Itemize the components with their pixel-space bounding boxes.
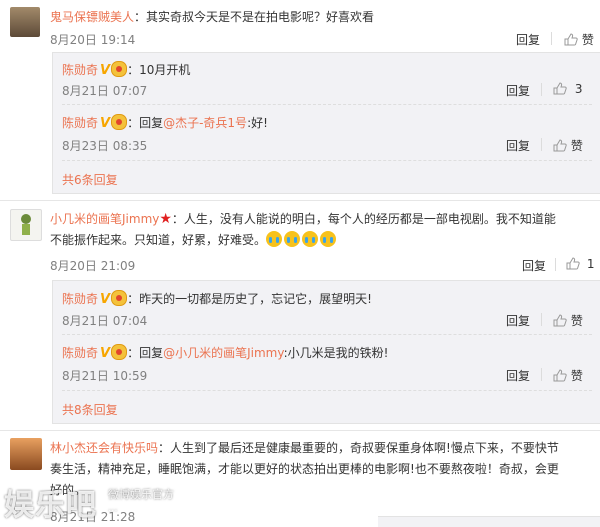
reply-time: 8月21日 07:04 bbox=[62, 314, 148, 328]
reply-author[interactable]: 陈勋奇 bbox=[62, 346, 98, 360]
reply-button[interactable]: 回复 bbox=[506, 367, 530, 384]
reply-body: 陈勋奇 V ：10月开机 bbox=[62, 61, 190, 78]
divider bbox=[62, 160, 592, 161]
reply-body: 陈勋奇 V ：回复@小几米的画笔Jimmy:小几米是我的铁粉! bbox=[62, 344, 388, 361]
reply-text-suffix: :小几米是我的铁粉! bbox=[283, 346, 389, 360]
reply-body: 陈勋奇 V ：回复@杰子-奇兵1号:好! bbox=[62, 114, 268, 131]
divider bbox=[62, 334, 592, 335]
divider bbox=[541, 368, 542, 381]
verified-v-icon: V bbox=[100, 63, 111, 78]
avatar[interactable] bbox=[10, 438, 42, 470]
reply-button[interactable]: 回复 bbox=[522, 257, 546, 274]
comment-text-line2: 奏生活，精神充足，睡眠饱满，才能以更好的状态拍出更棒的电影啊!也不要熬夜啦！奇叔… bbox=[50, 462, 559, 476]
comment-text-line2: 不能振作起来。只知道，好累，好难受。 bbox=[50, 233, 267, 247]
like-label: 赞 bbox=[570, 314, 583, 328]
medal-icon bbox=[111, 61, 128, 77]
watermark-logo-icon bbox=[196, 490, 216, 510]
comment-text: ：其实奇叔今天是不是在拍电影呢？好喜欢看 bbox=[134, 10, 375, 24]
star-icon: ★ bbox=[159, 211, 172, 227]
divider bbox=[541, 313, 542, 326]
reply-text-suffix: :好! bbox=[247, 116, 268, 130]
comment-body: 小几米的画笔Jimmy★：人生，没有人能说的明白，每个人的经历都是一部电视剧。我… bbox=[50, 209, 595, 251]
comment-text: ：人生，没有人能说的明白，每个人的经历都是一部电视剧。我不知道能 bbox=[171, 212, 556, 226]
like-label: 赞 bbox=[581, 33, 594, 47]
like-button[interactable]: 赞 bbox=[553, 137, 583, 154]
reply-button[interactable]: 回复 bbox=[506, 312, 530, 329]
reply-text-prefix: ：回复 bbox=[127, 346, 164, 360]
watermark-url: ... bbox=[108, 503, 118, 514]
watermark-logo: 娱乐吧 bbox=[4, 488, 97, 523]
more-replies-link[interactable]: 共6条回复 bbox=[62, 171, 118, 188]
reply-text-prefix: ：回复 bbox=[127, 116, 164, 130]
comment-author[interactable]: 鬼马保镖贼美人 bbox=[50, 10, 134, 24]
reply-body: 陈勋奇 V ：昨天的一切都是历史了，忘记它，展望明天! bbox=[62, 290, 372, 307]
divider bbox=[62, 104, 592, 105]
reply-author[interactable]: 陈勋奇 bbox=[62, 116, 98, 130]
crying-emoji-icon bbox=[320, 231, 337, 247]
divider bbox=[62, 390, 592, 391]
reply-button[interactable]: 回复 bbox=[506, 82, 530, 99]
reply-time: 8月21日 10:59 bbox=[62, 369, 148, 383]
reply-button[interactable]: 回复 bbox=[506, 137, 530, 154]
like-count: 1 bbox=[586, 257, 595, 271]
comment-author[interactable]: 林小杰还会有快乐吗 bbox=[50, 441, 158, 455]
verified-v-icon: V bbox=[100, 346, 111, 361]
reply-author[interactable]: 陈勋奇 bbox=[62, 292, 98, 306]
thumbs-up-icon bbox=[553, 82, 567, 95]
thumbs-up-icon bbox=[553, 139, 567, 152]
like-button[interactable]: 1 bbox=[566, 257, 594, 271]
divider bbox=[0, 430, 600, 431]
more-replies-link[interactable]: 共8条回复 bbox=[62, 401, 118, 418]
like-button[interactable]: 赞 bbox=[553, 312, 583, 329]
medal-icon bbox=[111, 290, 128, 306]
like-button[interactable]: 赞 bbox=[564, 31, 594, 48]
thumbs-up-icon bbox=[553, 369, 567, 382]
reply-time: 8月21日 07:07 bbox=[62, 84, 148, 98]
divider bbox=[0, 200, 600, 201]
like-button[interactable]: 赞 bbox=[553, 367, 583, 384]
comment-time: 8月20日 21:09 bbox=[50, 259, 136, 273]
crying-emoji-icon bbox=[284, 231, 301, 247]
reply-button[interactable]: 回复 bbox=[516, 31, 540, 48]
verified-v-icon: V bbox=[100, 116, 111, 131]
divider bbox=[555, 258, 556, 271]
divider bbox=[541, 138, 542, 151]
reply-time: 8月23日 08:35 bbox=[62, 139, 148, 153]
like-label: 赞 bbox=[570, 139, 583, 153]
thumbs-up-icon bbox=[566, 257, 580, 270]
avatar-figure-icon bbox=[21, 214, 31, 235]
thumbs-up-icon bbox=[564, 33, 578, 46]
like-button[interactable]: 3 bbox=[553, 82, 582, 96]
avatar[interactable] bbox=[10, 7, 40, 37]
crying-emoji-icon bbox=[266, 231, 283, 247]
watermark-subtitle: 微博娱乐官方 bbox=[108, 488, 174, 501]
comment-text: ：人生到了最后还是健康最重要的，奇叔要保重身体啊!慢点下来，不要快节 bbox=[158, 441, 559, 455]
reply-panel-edge bbox=[378, 516, 600, 527]
medal-icon bbox=[111, 114, 128, 130]
medal-icon bbox=[111, 344, 128, 360]
comment-time: 8月20日 19:14 bbox=[50, 33, 136, 47]
thumbs-up-icon bbox=[553, 314, 567, 327]
reply-author[interactable]: 陈勋奇 bbox=[62, 63, 98, 77]
divider bbox=[541, 83, 542, 96]
reply-text: ：10月开机 bbox=[127, 63, 191, 77]
comment-author[interactable]: 小几米的画笔Jimmy bbox=[50, 212, 159, 226]
crying-emoji-icon bbox=[302, 231, 319, 247]
like-label: 赞 bbox=[570, 369, 583, 383]
avatar[interactable] bbox=[10, 209, 42, 241]
comment-body: 鬼马保镖贼美人：其实奇叔今天是不是在拍电影呢？好喜欢看 bbox=[50, 8, 374, 25]
divider bbox=[551, 32, 552, 45]
reply-text: ：昨天的一切都是历史了，忘记它，展望明天! bbox=[127, 292, 372, 306]
like-count: 3 bbox=[574, 82, 583, 96]
mention-link[interactable]: @小几米的画笔Jimmy bbox=[163, 346, 283, 360]
mention-link[interactable]: @杰子-奇兵1号 bbox=[163, 116, 247, 130]
verified-v-icon: V bbox=[100, 292, 111, 307]
